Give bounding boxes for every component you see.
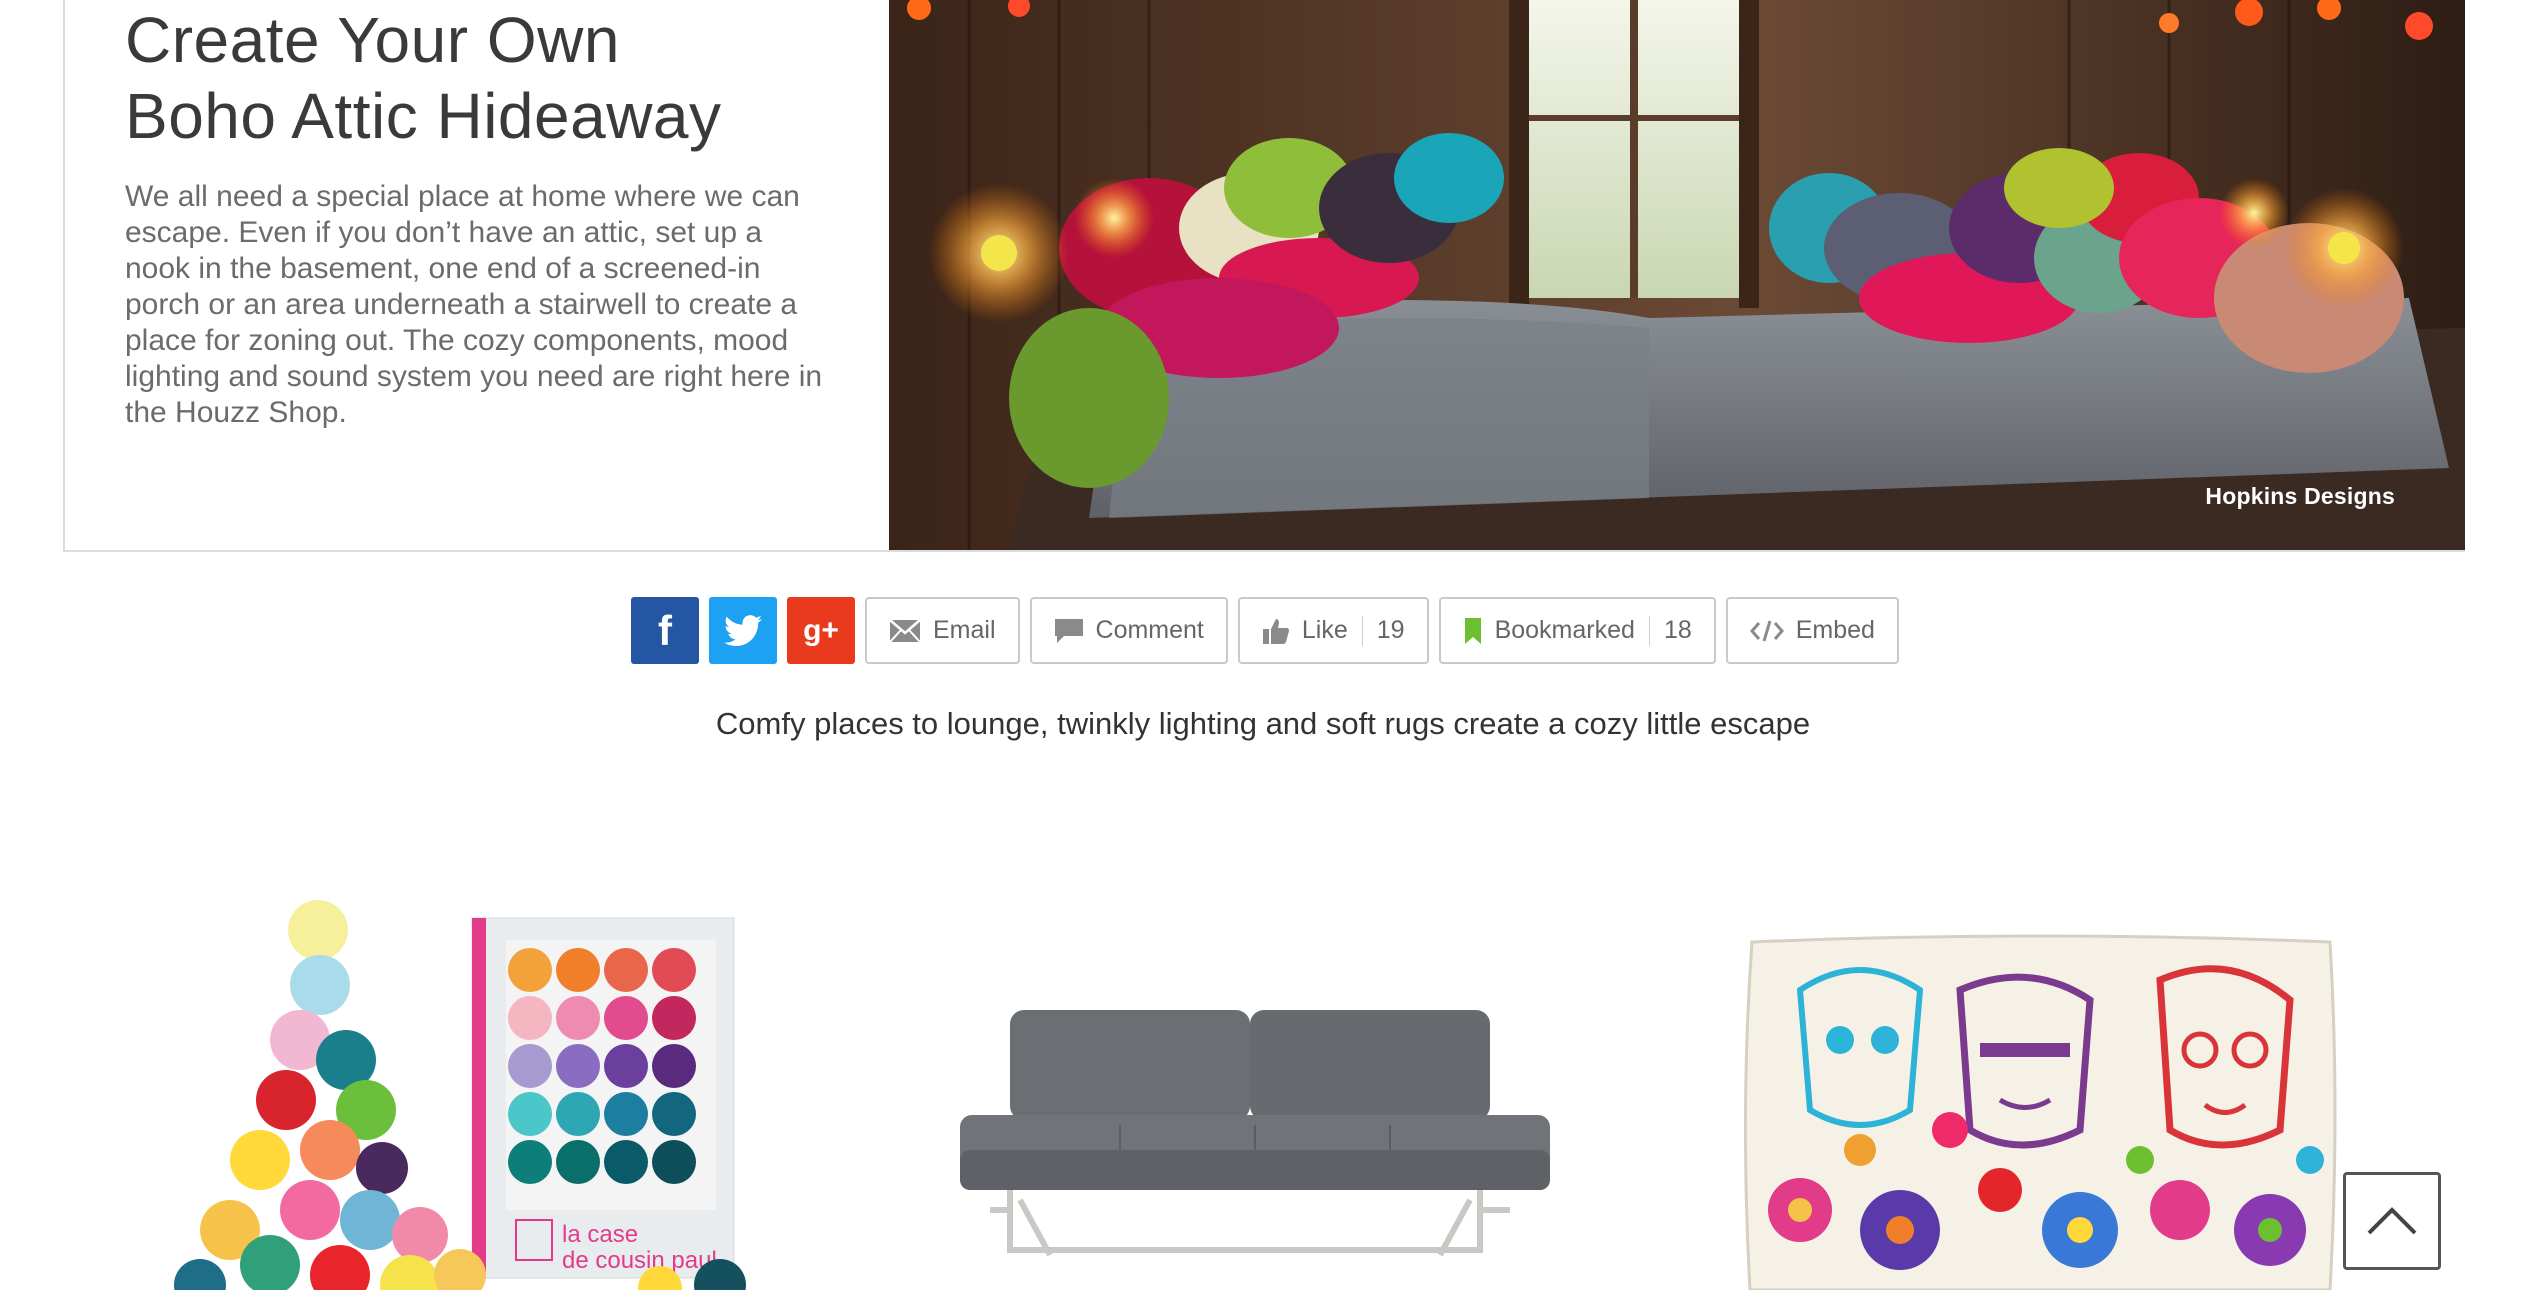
bookmark-count-divider (1648, 615, 1650, 646)
comment-button-label: Comment (1095, 616, 1204, 644)
like-button[interactable]: Like 19 (1237, 597, 1429, 664)
product-gray-sofa-image[interactable] (950, 990, 1560, 1290)
string-lights-illustration: la case de cousin paul (174, 900, 746, 1290)
bookmark-button-label: Bookmarked (1494, 616, 1635, 644)
hero-text-block: Create Your Own Boho Attic Hideaway We a… (125, 0, 845, 431)
article-body: We all need a special place at home wher… (125, 180, 823, 429)
like-count-divider (1361, 615, 1363, 646)
article-page: Create Your Own Boho Attic Hideaway We a… (0, 0, 2543, 1290)
embed-button[interactable]: Embed (1725, 597, 1899, 664)
bookmark-count: 18 (1663, 616, 1692, 644)
article-hero-card: Create Your Own Boho Attic Hideaway We a… (63, 0, 2465, 552)
googleplus-icon: g+ (803, 613, 839, 647)
facebook-icon: f (658, 606, 672, 654)
bookmark-button[interactable]: Bookmarked 18 (1438, 597, 1716, 664)
article-title: Create Your Own Boho Attic Hideaway (125, 2, 845, 154)
twitter-share-button[interactable] (709, 597, 777, 664)
thumbs-up-icon (1262, 617, 1290, 645)
share-toolbar: f g+ Email Comment Like 19 Bookmarked 18… (631, 597, 1899, 664)
article-title-line-1: Create Your Own (125, 4, 620, 76)
like-button-label: Like (1301, 616, 1348, 644)
lights-box-brand-line-1: la case (562, 1221, 638, 1248)
product-string-lights-image[interactable]: la case de cousin paul (170, 890, 770, 1290)
like-count: 19 (1376, 616, 1405, 644)
scroll-to-top-button[interactable] (2343, 1172, 2441, 1270)
facebook-share-button[interactable]: f (631, 597, 699, 664)
code-brackets-icon (1749, 619, 1784, 643)
embed-button-label: Embed (1795, 616, 1875, 644)
googleplus-share-button[interactable]: g+ (787, 597, 855, 664)
sofa-illustration (960, 1010, 1550, 1257)
twitter-icon (724, 614, 762, 646)
product-embroidered-pillow-image[interactable] (1740, 930, 2340, 1290)
lights-box-brand-line-2: de cousin paul (562, 1247, 717, 1274)
hero-photo-attic-room[interactable]: Hopkins Designs (889, 0, 2465, 550)
comment-button[interactable]: Comment (1029, 597, 1228, 664)
section-caption: Comfy places to lounge, twinkly lighting… (715, 706, 1811, 741)
email-button[interactable]: Email (865, 597, 1020, 664)
bookmark-icon (1463, 617, 1483, 645)
speech-bubble-icon (1054, 618, 1084, 644)
chevron-up-icon (2367, 1207, 2417, 1235)
envelope-icon (889, 618, 921, 643)
hero-photo-illustration (889, 0, 2465, 550)
pillow-illustration (1743, 934, 2337, 1290)
photo-credit-link[interactable]: Hopkins Designs (2205, 483, 2395, 510)
email-button-label: Email (933, 616, 996, 644)
article-title-line-2: Boho Attic Hideaway (125, 80, 722, 152)
